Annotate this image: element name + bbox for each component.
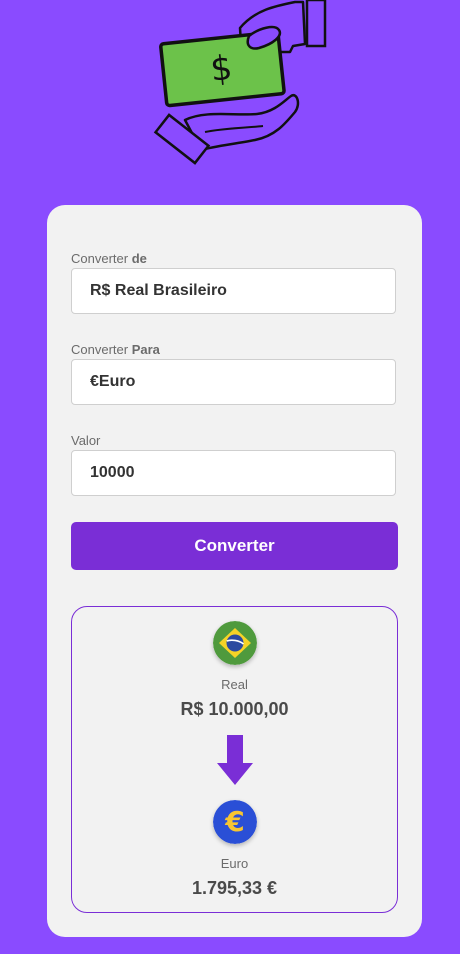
svg-text:$: $ bbox=[209, 48, 235, 90]
amount-input[interactable]: 10000 bbox=[71, 450, 396, 496]
from-currency-name: Real bbox=[221, 677, 248, 692]
to-currency-label: Converter Para bbox=[71, 342, 160, 357]
from-currency-select[interactable]: R$ Real Brasileiro bbox=[71, 268, 396, 314]
brazil-flag-icon bbox=[212, 621, 257, 665]
from-amount: R$ 10.000,00 bbox=[180, 699, 289, 719]
from-currency-value: R$ Real Brasileiro bbox=[90, 282, 227, 299]
to-currency-name: Euro bbox=[220, 856, 249, 871]
money-exchange-illustration: $ bbox=[153, 0, 327, 165]
to-currency-value: €Euro bbox=[90, 373, 136, 390]
euro-coin-icon: € bbox=[212, 800, 257, 844]
to-amount: 1.795,33 € bbox=[191, 878, 278, 898]
arrow-down-icon bbox=[216, 735, 253, 785]
amount-label: Valor bbox=[71, 433, 101, 448]
from-currency-label: Converter de bbox=[71, 251, 147, 266]
convert-button[interactable]: Converter bbox=[71, 522, 398, 570]
converter-card: Converter de R$ Real Brasileiro Converte… bbox=[47, 205, 422, 937]
to-currency-select[interactable]: €Euro bbox=[71, 359, 396, 405]
conversion-result-panel: Real R$ 10.000,00 € Euro 1.795,33 € bbox=[71, 606, 398, 913]
amount-value: 10000 bbox=[90, 464, 135, 481]
svg-text:€: € bbox=[224, 805, 244, 838]
